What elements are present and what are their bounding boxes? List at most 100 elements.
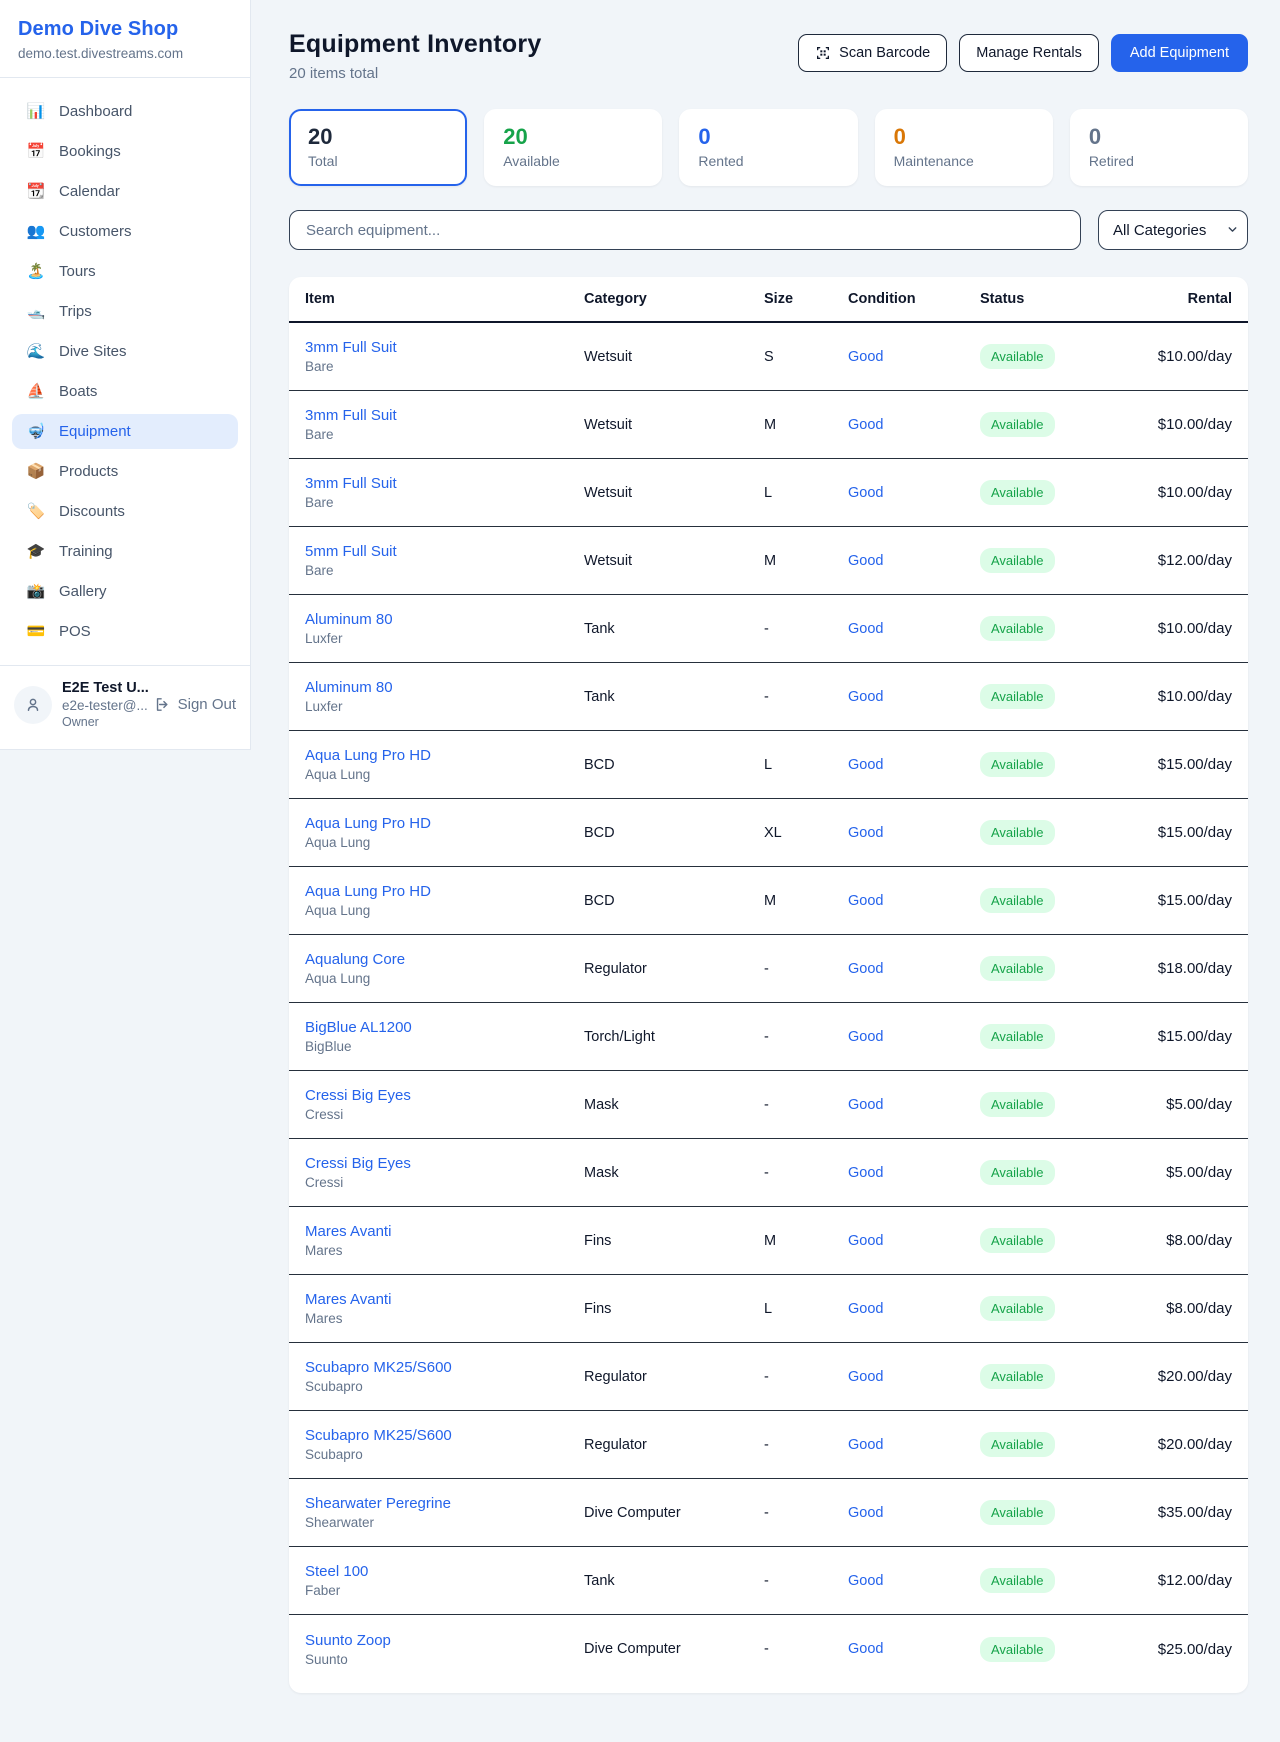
item-name-link[interactable]: Mares Avanti [305,1291,584,1308]
condition-link[interactable]: Good [848,689,883,705]
item-name-link[interactable]: Aqua Lung Pro HD [305,883,584,900]
sidebar-item-calendar[interactable]: 📆 Calendar [12,174,238,209]
item-name-link[interactable]: Scubapro MK25/S600 [305,1427,584,1444]
condition-link[interactable]: Good [848,1301,883,1317]
status-badge: Available [980,548,1055,573]
item-name-link[interactable]: Shearwater Peregrine [305,1495,584,1512]
search-input[interactable] [289,210,1081,250]
condition-link[interactable]: Good [848,961,883,977]
size-cell: - [764,1505,848,1521]
condition-link[interactable]: Good [848,893,883,909]
item-name-link[interactable]: BigBlue AL1200 [305,1019,584,1036]
sidebar-item-pos[interactable]: 💳 POS [12,614,238,649]
rental-price: $5.00/day [1140,1096,1232,1113]
add-equipment-button[interactable]: Add Equipment [1111,34,1248,72]
item-name-link[interactable]: 3mm Full Suit [305,339,584,356]
item-name-link[interactable]: 3mm Full Suit [305,407,584,424]
stat-card-maintenance[interactable]: 0 Maintenance [875,109,1053,186]
rental-price: $10.00/day [1140,348,1232,365]
rental-price: $10.00/day [1140,416,1232,433]
sidebar-item-tours[interactable]: 🏝️ Tours [12,254,238,289]
item-brand: Aqua Lung [305,903,584,918]
category-cell: Mask [584,1165,764,1181]
table-row: Aluminum 80 Luxfer Tank - Good Available… [289,663,1248,731]
manage-rentals-button[interactable]: Manage Rentals [959,34,1099,72]
category-cell: Wetsuit [584,485,764,501]
size-cell: L [764,1301,848,1317]
condition-link[interactable]: Good [848,621,883,637]
main-content: Equipment Inventory 20 items total Scan … [251,0,1280,1693]
condition-link[interactable]: Good [848,757,883,773]
sidebar-item-gallery[interactable]: 📸 Gallery [12,574,238,609]
sidebar-item-bookings[interactable]: 📅 Bookings [12,134,238,169]
item-name-link[interactable]: 5mm Full Suit [305,543,584,560]
status-badge: Available [980,412,1055,437]
package-icon: 📦 [26,464,46,479]
page-title: Equipment Inventory [289,30,541,59]
condition-link[interactable]: Good [848,485,883,501]
table-row: Aqualung Core Aqua Lung Regulator - Good… [289,935,1248,1003]
sign-out-button[interactable]: Sign Out [154,696,236,713]
condition-link[interactable]: Good [848,417,883,433]
item-name-link[interactable]: Aqualung Core [305,951,584,968]
table-row: Shearwater Peregrine Shearwater Dive Com… [289,1479,1248,1547]
scan-barcode-button[interactable]: Scan Barcode [798,34,947,72]
stat-label: Maintenance [894,153,1034,169]
sidebar-item-dive-sites[interactable]: 🌊 Dive Sites [12,334,238,369]
brand-title: Demo Dive Shop [18,18,232,41]
category-select[interactable]: All Categories [1098,210,1248,250]
condition-link[interactable]: Good [848,1641,883,1657]
condition-link[interactable]: Good [848,1573,883,1589]
stat-card-total[interactable]: 20 Total [289,109,467,186]
item-name-link[interactable]: Scubapro MK25/S600 [305,1359,584,1376]
sidebar-item-discounts[interactable]: 🏷️ Discounts [12,494,238,529]
rental-price: $15.00/day [1140,1028,1232,1045]
condition-link[interactable]: Good [848,1097,883,1113]
item-name-link[interactable]: Aqua Lung Pro HD [305,815,584,832]
item-name-link[interactable]: Steel 100 [305,1563,584,1580]
status-badge: Available [980,820,1055,845]
condition-link[interactable]: Good [848,1165,883,1181]
condition-link[interactable]: Good [848,1233,883,1249]
col-size: Size [764,291,848,307]
condition-link[interactable]: Good [848,349,883,365]
sidebar-item-trips[interactable]: 🛥️ Trips [12,294,238,329]
item-name-link[interactable]: Cressi Big Eyes [305,1155,584,1172]
category-cell: Regulator [584,1437,764,1453]
condition-link[interactable]: Good [848,553,883,569]
stat-card-retired[interactable]: 0 Retired [1070,109,1248,186]
category-cell: Regulator [584,1369,764,1385]
sidebar-item-label: Products [59,463,118,480]
item-name-link[interactable]: Aqua Lung Pro HD [305,747,584,764]
condition-link[interactable]: Good [848,1029,883,1045]
sidebar-item-training[interactable]: 🎓 Training [12,534,238,569]
sidebar-item-boats[interactable]: ⛵ Boats [12,374,238,409]
condition-link[interactable]: Good [848,1369,883,1385]
user-email: e2e-tester@... [62,698,144,713]
rental-price: $20.00/day [1140,1436,1232,1453]
item-name-link[interactable]: Suunto Zoop [305,1632,584,1649]
size-cell: L [764,485,848,501]
item-name-link[interactable]: Aluminum 80 [305,679,584,696]
sidebar-nav: 📊 Dashboard 📅 Bookings 📆 Calendar 👥 Cust… [0,78,250,659]
stat-card-available[interactable]: 20 Available [484,109,662,186]
condition-link[interactable]: Good [848,825,883,841]
sidebar-item-dashboard[interactable]: 📊 Dashboard [12,94,238,129]
motorboat-icon: 🛥️ [26,304,46,319]
item-name-link[interactable]: Cressi Big Eyes [305,1087,584,1104]
sidebar-item-label: Calendar [59,183,120,200]
condition-link[interactable]: Good [848,1437,883,1453]
credit-card-icon: 💳 [26,624,46,639]
sidebar-item-products[interactable]: 📦 Products [12,454,238,489]
size-cell: L [764,757,848,773]
camera-icon: 📸 [26,584,46,599]
item-name-link[interactable]: 3mm Full Suit [305,475,584,492]
sidebar-item-equipment[interactable]: 🤿 Equipment [12,414,238,449]
table-row: 3mm Full Suit Bare Wetsuit S Good Availa… [289,323,1248,391]
sidebar-item-customers[interactable]: 👥 Customers [12,214,238,249]
item-name-link[interactable]: Mares Avanti [305,1223,584,1240]
item-name-link[interactable]: Aluminum 80 [305,611,584,628]
stat-card-rented[interactable]: 0 Rented [679,109,857,186]
condition-link[interactable]: Good [848,1505,883,1521]
people-icon: 👥 [26,224,46,239]
